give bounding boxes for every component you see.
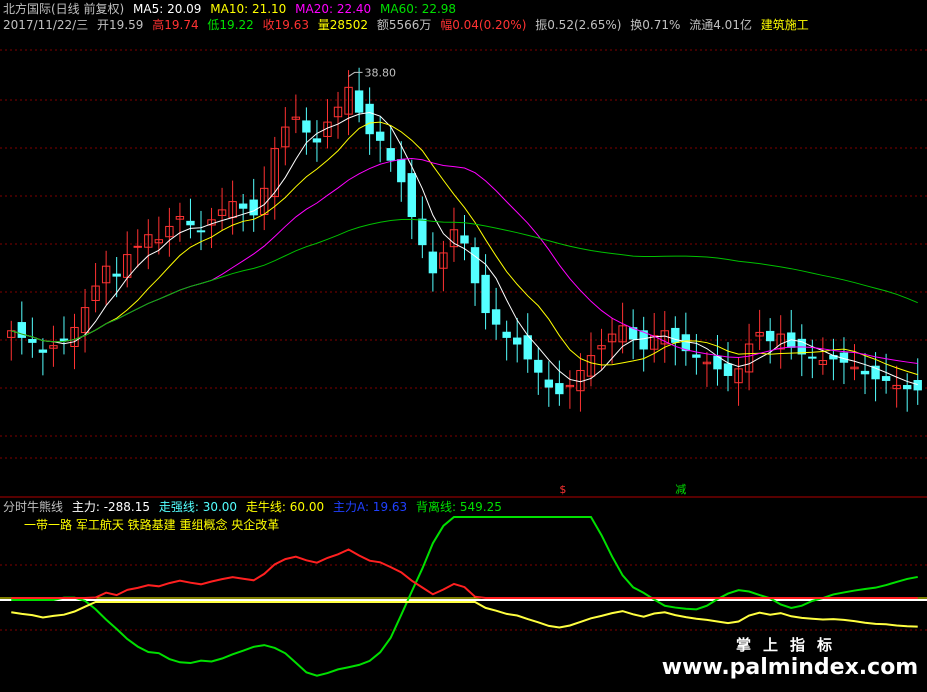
ma10-value: MA10: 21.10 <box>210 2 287 16</box>
ma20-line <box>11 158 918 364</box>
quote-date: 2017/11/22/三 <box>3 18 89 32</box>
ma5-value: MA5: 20.09 <box>133 2 202 16</box>
candle-body <box>133 245 142 248</box>
concept-tags: 一带一路 军工航天 铁路基建 重组概念 央企改革 <box>24 518 280 532</box>
quote-low: 低19.22 <box>207 18 254 32</box>
candle-body <box>397 159 406 183</box>
quote-float: 流通4.01亿 <box>689 18 752 32</box>
candle-body <box>196 230 206 233</box>
zhuli-line <box>11 548 918 599</box>
signal-marker-s: $ <box>559 483 566 496</box>
candle-body <box>186 220 195 226</box>
candle-body <box>375 131 385 141</box>
candle-body <box>28 339 37 343</box>
quote-amplitude: 振0.52(2.65%) <box>535 18 622 32</box>
candle-body <box>903 385 912 390</box>
zhulia-value: 主力A: 19.63 <box>332 500 408 514</box>
candle-body <box>38 349 48 353</box>
candle-body <box>808 356 817 359</box>
candle-body <box>302 120 311 133</box>
stock-title: 北方国际(日线 前复权) <box>3 2 125 16</box>
quote-amount: 额5566万 <box>376 18 432 32</box>
watermark-url: www.palmindex.com <box>661 655 919 680</box>
candle-body <box>881 376 891 381</box>
candle-body <box>460 235 469 244</box>
candle-body <box>513 337 522 345</box>
candle-body <box>238 203 248 209</box>
candle-body <box>418 218 427 246</box>
quote-sector[interactable]: 建筑施工 <box>761 18 809 32</box>
candle-body <box>354 90 364 113</box>
candle-body <box>407 173 416 218</box>
candle-body <box>428 251 438 274</box>
indicator-name[interactable]: 分时牛熊线 <box>3 500 63 514</box>
candle-body <box>544 379 554 388</box>
quote-line: 2017/11/22/三 开19.59 高19.74 低19.22 收19.63… <box>3 18 814 32</box>
quote-open: 开19.59 <box>97 18 144 32</box>
zhuli-value: 主力: -288.15 <box>71 500 151 514</box>
candle-body <box>59 338 69 342</box>
candle-body <box>470 247 480 284</box>
candle-body <box>312 138 322 143</box>
candle-body <box>491 309 501 325</box>
peak-pointer <box>348 71 363 77</box>
watermark: 掌上指标 www.palmindex.com <box>661 632 919 686</box>
candle-body <box>681 334 691 352</box>
candle-body <box>765 330 775 342</box>
quote-change: 幅0.04(0.20%) <box>440 18 527 32</box>
peak-label: 38.80 <box>365 66 397 79</box>
quote-turnover: 换0.71% <box>630 18 681 32</box>
zouqiang-value: 走强线: 30.00 <box>158 500 238 514</box>
candle-body <box>534 359 543 373</box>
beili-value: 背离线: 549.25 <box>416 500 502 514</box>
indicator-header: 分时牛熊线 主力: -288.15 走强线: 30.00 走牛线: 60.00 … <box>3 500 507 514</box>
candle-body <box>112 273 121 277</box>
candle-body <box>523 335 532 360</box>
candle-body <box>723 363 733 376</box>
price-header: 北方国际(日线 前复权) MA5: 20.09 MA10: 21.10 MA20… <box>3 2 461 16</box>
signal-marker-jian: 减 <box>675 483 686 496</box>
candle-body <box>365 103 374 135</box>
candle-body <box>249 199 258 216</box>
quote-high: 高19.74 <box>152 18 199 32</box>
candle-body <box>502 331 511 338</box>
zouniu-value: 走牛线: 60.00 <box>245 500 325 514</box>
watermark-title: 掌上指标 <box>735 636 844 654</box>
stock-chart[interactable]: 38.80 $ 减 <box>0 0 927 692</box>
ma60-value: MA60: 22.98 <box>380 2 457 16</box>
ma20-value: MA20: 22.40 <box>295 2 372 16</box>
candle-body <box>860 370 870 375</box>
quote-volume: 量28502 <box>317 18 368 32</box>
candle-body <box>555 383 564 395</box>
candle-body <box>386 148 395 161</box>
ma5-line <box>11 111 918 386</box>
candle-body <box>913 380 922 391</box>
candle-body <box>481 274 490 314</box>
quote-close: 收19.63 <box>262 18 309 32</box>
candle-body <box>692 354 701 358</box>
